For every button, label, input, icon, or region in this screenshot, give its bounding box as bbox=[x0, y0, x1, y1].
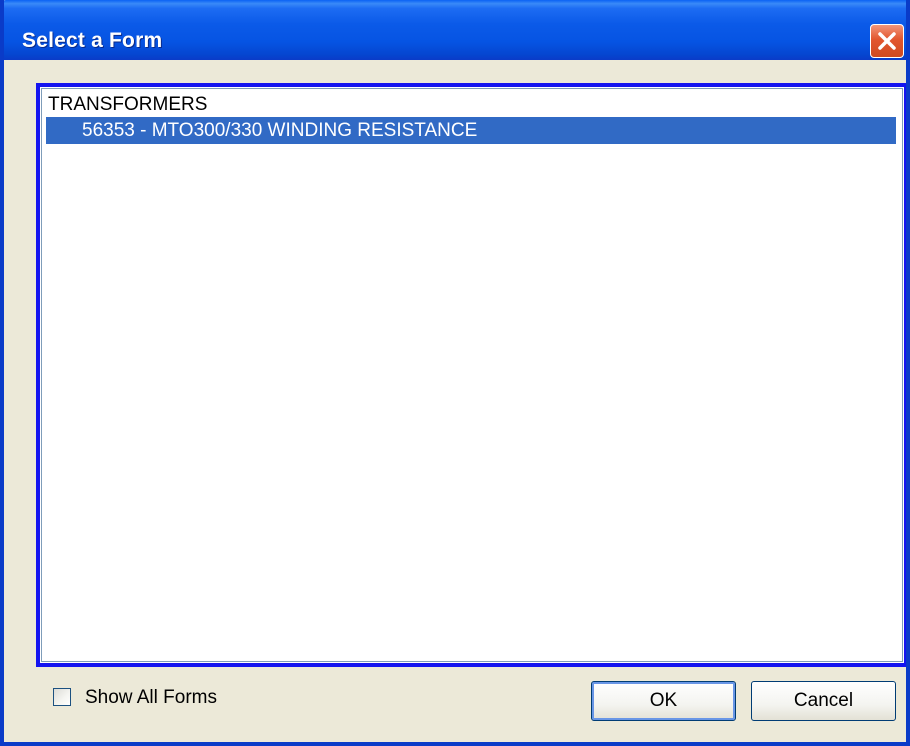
listbox-inner: TRANSFORMERS 56353 - MTO300/330 WINDING … bbox=[41, 88, 903, 662]
forms-listbox[interactable]: TRANSFORMERS 56353 - MTO300/330 WINDING … bbox=[36, 83, 906, 667]
show-all-forms-checkbox[interactable] bbox=[53, 688, 71, 706]
show-all-forms-label[interactable]: Show All Forms bbox=[85, 686, 217, 710]
close-icon bbox=[878, 32, 896, 50]
ok-button[interactable]: OK bbox=[591, 681, 736, 721]
window-title: Select a Form bbox=[22, 29, 163, 52]
title-bar[interactable]: Select a Form bbox=[4, 0, 906, 60]
close-button[interactable] bbox=[870, 24, 904, 58]
list-item-selected[interactable]: 56353 - MTO300/330 WINDING RESISTANCE bbox=[46, 117, 896, 144]
cancel-button[interactable]: Cancel bbox=[751, 681, 896, 721]
list-category-transformers[interactable]: TRANSFORMERS bbox=[46, 91, 888, 118]
select-form-dialog: Select a Form TRANSFORMERS 56353 - MTO30… bbox=[0, 0, 910, 746]
